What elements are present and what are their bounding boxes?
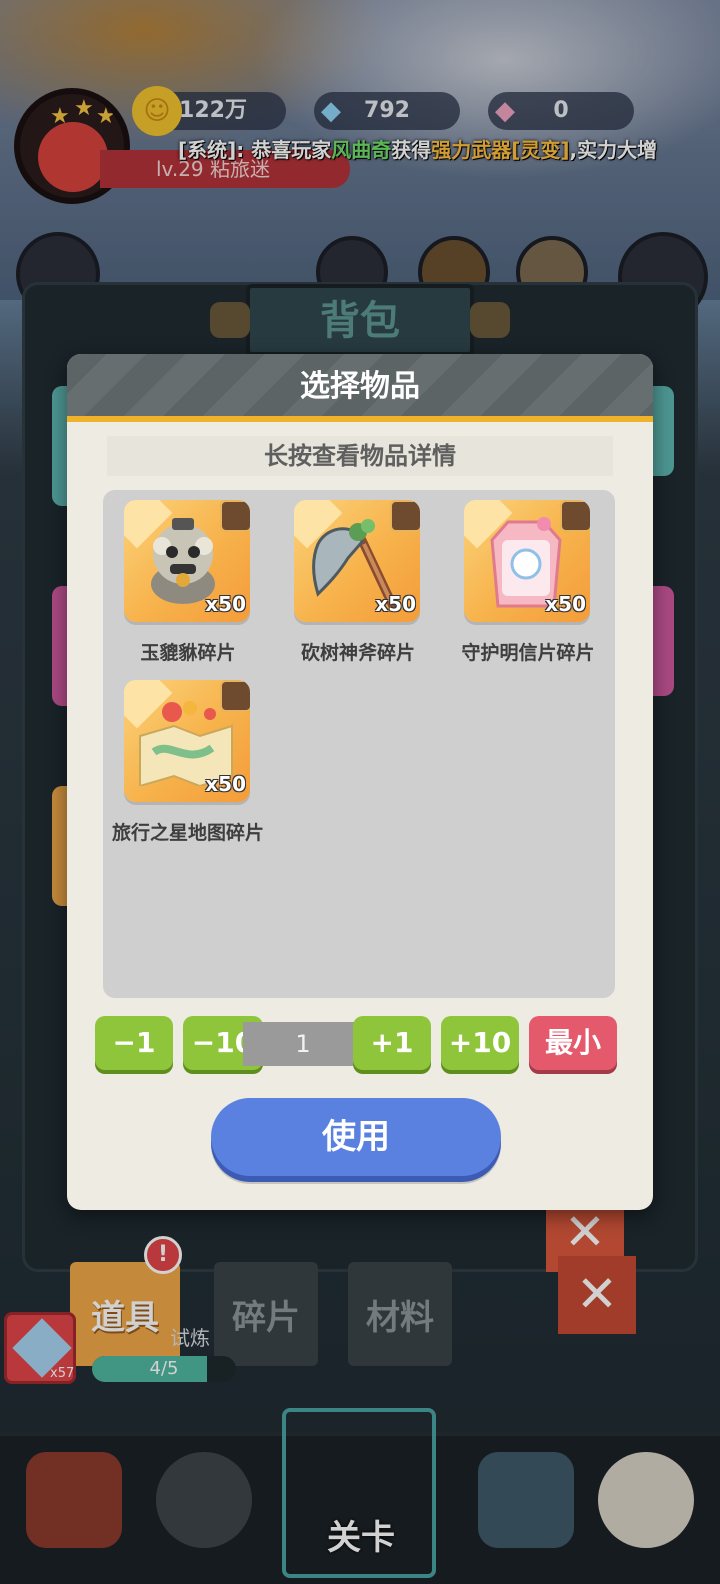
item-quantity: x50: [205, 772, 246, 796]
select-checkbox[interactable]: [390, 500, 420, 532]
plus-1-button[interactable]: +1: [353, 1016, 431, 1070]
item-name: 守护明信片碎片: [461, 642, 595, 664]
item-slot[interactable]: x50 守护明信片碎片: [443, 490, 613, 670]
quantity-field[interactable]: 1: [243, 1022, 363, 1066]
item-card[interactable]: x50: [464, 500, 590, 622]
minus-1-button[interactable]: −1: [95, 1016, 173, 1070]
select-checkbox[interactable]: [220, 500, 250, 532]
item-grid: x50 玉貔貅碎片 x50 砍树神斧碎片 x50 守护明信片碎片 x50 旅行之…: [103, 490, 615, 998]
item-slot[interactable]: x50 旅行之星地图碎片: [103, 670, 273, 850]
select-item-modal: 选择物品 长按查看物品详情 x50 玉貔貅碎片 x50 砍树神斧碎片 x50 守…: [67, 354, 653, 1210]
item-card[interactable]: x50: [294, 500, 420, 622]
use-button[interactable]: 使用: [211, 1098, 501, 1176]
item-name: 玉貔貅碎片: [140, 642, 236, 664]
item-name: 旅行之星地图碎片: [111, 822, 264, 844]
item-quantity: x50: [545, 592, 586, 616]
modal-hint: 长按查看物品详情: [107, 436, 613, 476]
select-checkbox[interactable]: [220, 680, 250, 712]
item-card[interactable]: x50: [124, 680, 250, 802]
select-checkbox[interactable]: [560, 500, 590, 532]
item-slot[interactable]: x50 砍树神斧碎片: [273, 490, 443, 670]
item-quantity: x50: [375, 592, 416, 616]
item-slot[interactable]: x50 玉貔貅碎片: [103, 490, 273, 670]
item-name: 砍树神斧碎片: [300, 642, 415, 664]
min-button[interactable]: 最小: [529, 1016, 617, 1070]
item-card[interactable]: x50: [124, 500, 250, 622]
modal-title: 选择物品: [300, 369, 420, 404]
item-quantity: x50: [205, 592, 246, 616]
plus-10-button[interactable]: +10: [441, 1016, 519, 1070]
